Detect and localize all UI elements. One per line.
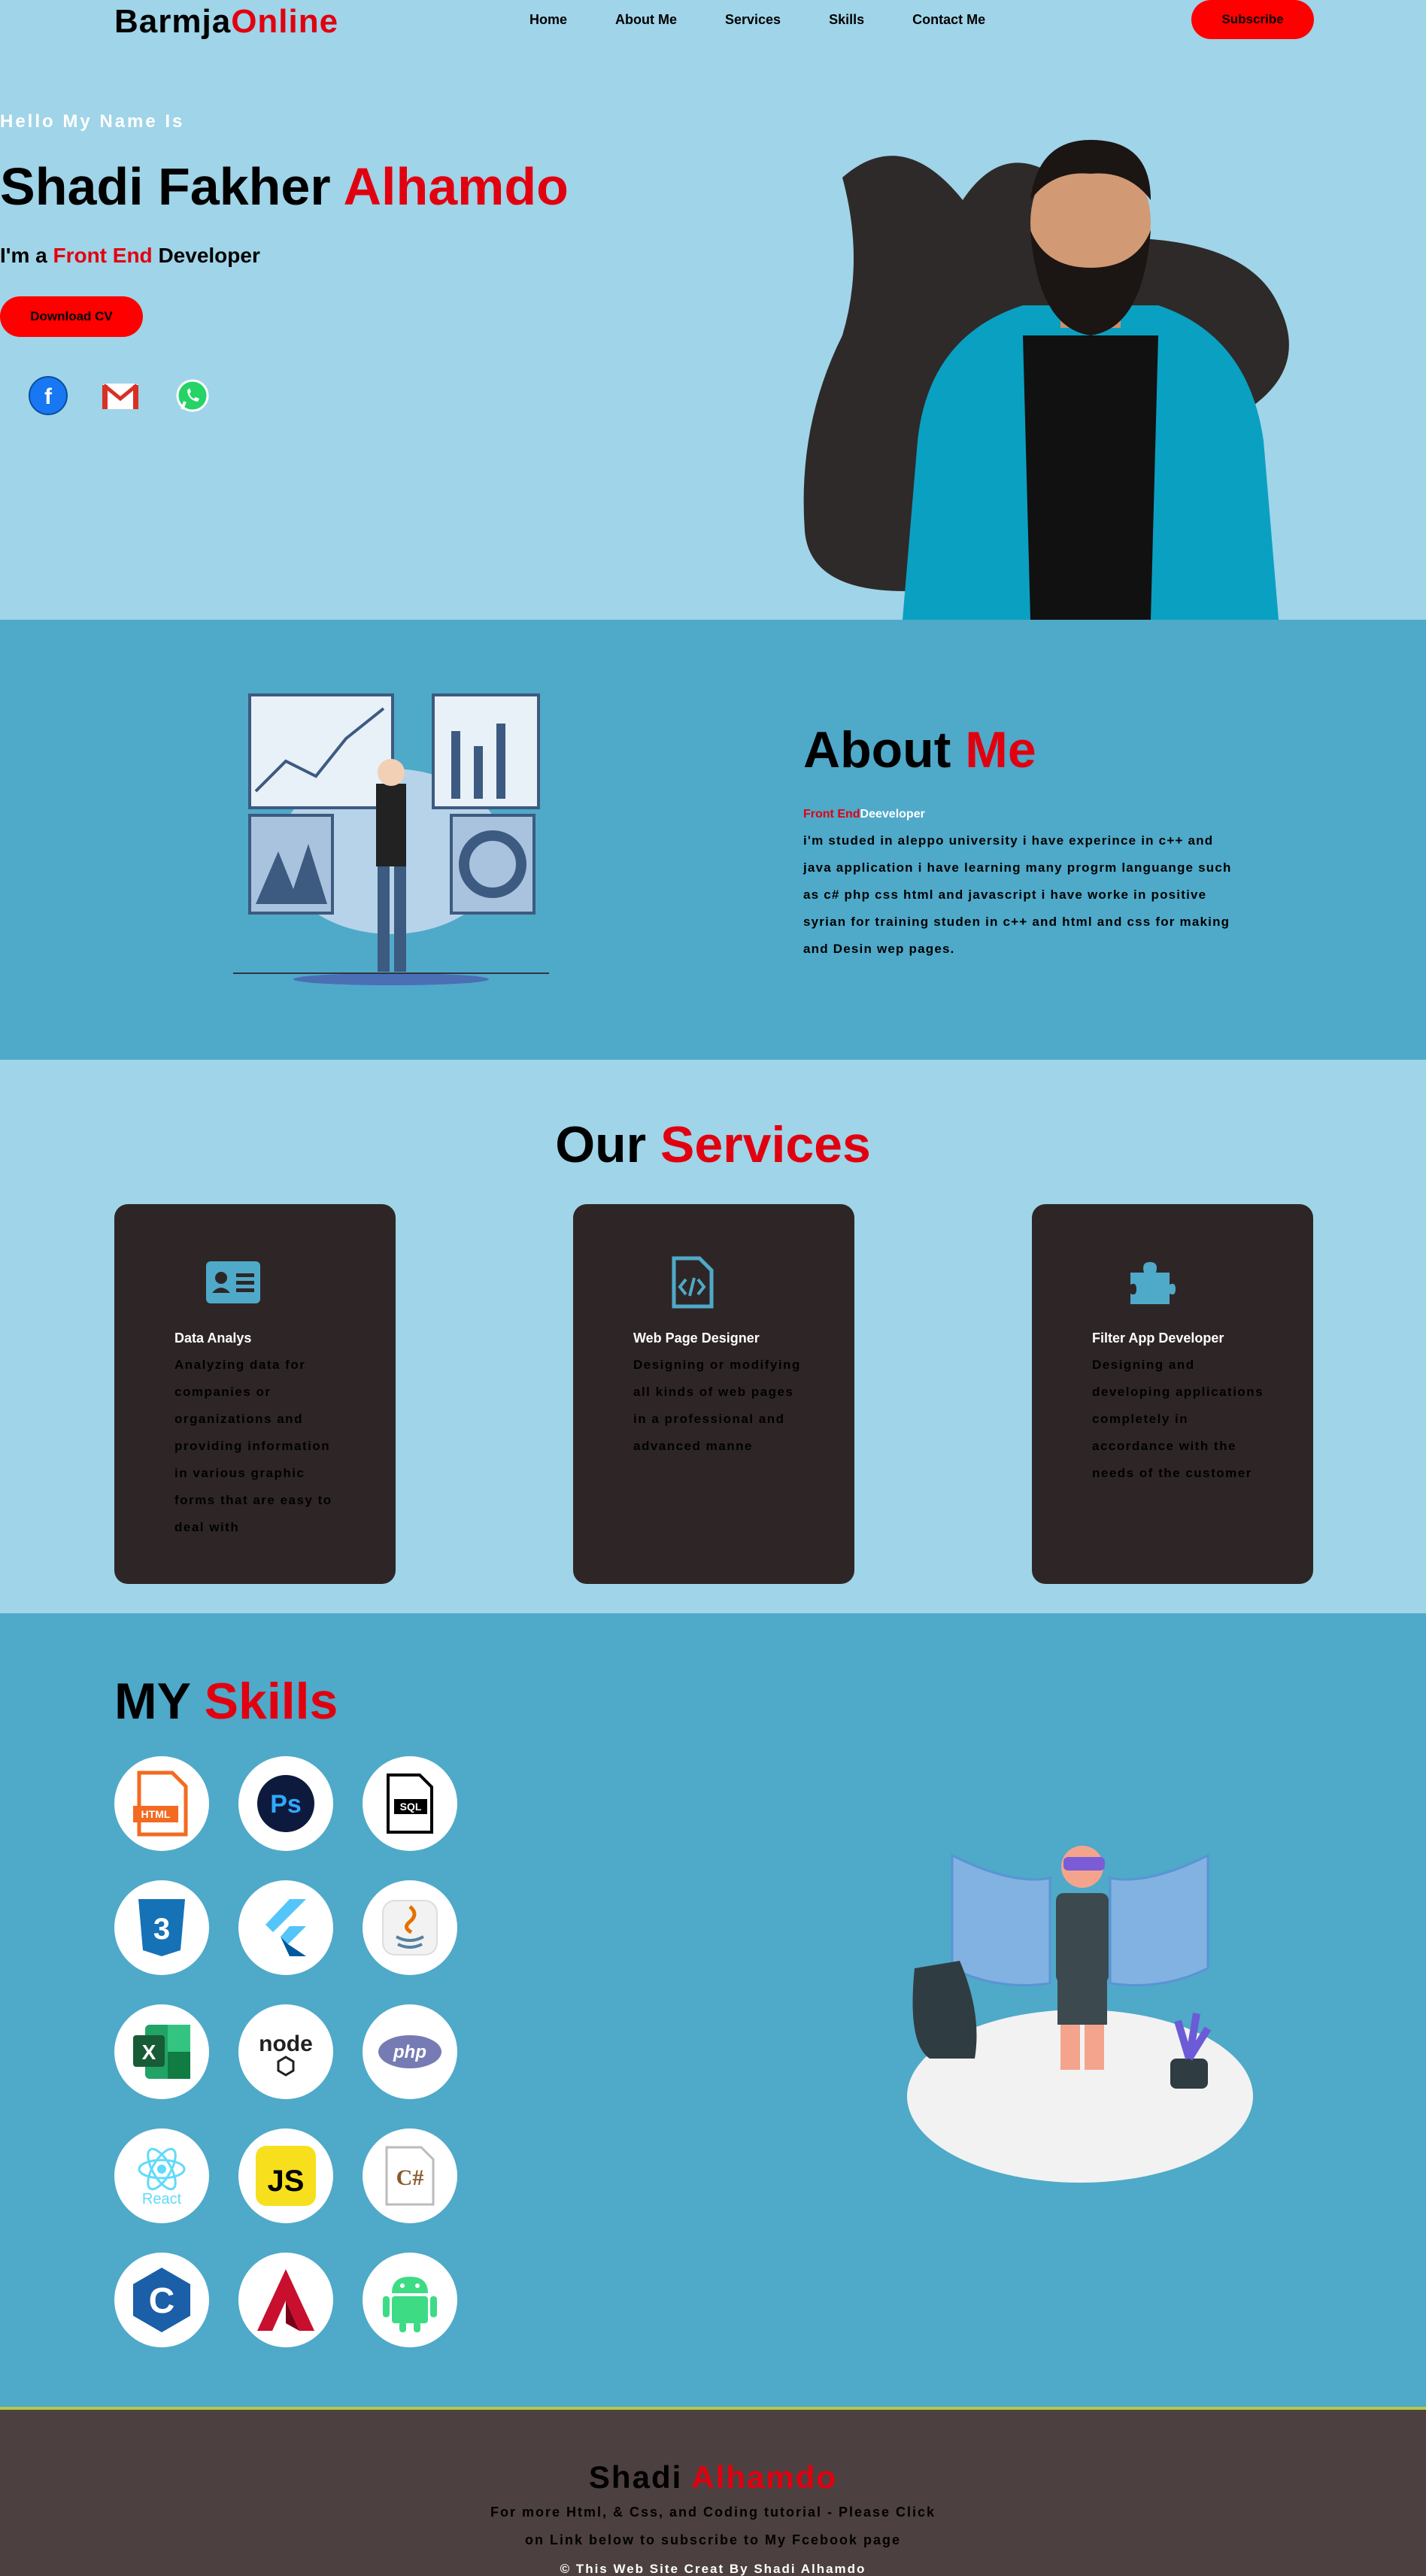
hero-name-first: Shadi Fakher [0,157,344,216]
javascript-icon: JS [238,2128,333,2223]
skills-section: MY Skills HTML Ps SQL 3 X node php React… [0,1613,1426,2407]
services-section: Our Services Data Analys Analyzing data … [0,1060,1426,1613]
footer-line-1: For more Html, & Css, and Coding tutoria… [490,2505,936,2520]
css3-icon: 3 [114,1880,209,1975]
hero-section: Hello My Name Is Shadi Fakher Alhamdo I'… [0,42,1426,620]
services-title: Our Services [0,1115,1426,1174]
excel-icon: X [114,2004,209,2099]
php-icon: php [363,2004,457,2099]
profile-photo [803,140,1289,620]
download-cv-button[interactable]: Download CV [0,296,143,337]
service-title: Data Analys [174,1330,252,1346]
code-file-icon [662,1252,722,1312]
css-label: 3 [153,1913,170,1946]
nodejs-icon: node [238,2004,333,2099]
role-highlight: Front End [53,244,153,267]
c-icon: C [114,2253,209,2347]
footer-copyright: © This Web Site Creat By Shadi Alhamdo [560,2562,866,2576]
vr-illustration [907,1846,1253,2183]
cs-label: C# [396,2165,424,2190]
role-prefix: I'm a [0,244,53,267]
social-links: f [29,376,212,415]
sql-label: SQL [400,1801,422,1813]
about-text: i'm studed in aleppo university i have e… [803,833,1232,956]
svg-text:f: f [44,384,53,409]
nav-about[interactable]: About Me [615,12,677,28]
logo-text-1: Barmja [114,3,232,40]
about-subtitle: Front EndDeeveloper [803,808,925,821]
site-footer: Shadi Alhamdo For more Html, & Css, and … [0,2407,1426,2576]
subscribe-button[interactable]: Subscribe [1191,0,1314,39]
react-label: React [142,2191,182,2207]
nav-skills[interactable]: Skills [829,12,864,28]
footer-line-2[interactable]: on Link below to subscribe to My Fcebook… [0,2526,1426,2554]
hero-role: I'm a Front End Developer [0,244,260,268]
nav-home[interactable]: Home [529,12,567,28]
gmail-icon[interactable] [101,376,140,415]
analytics-illustration [233,693,549,985]
about-title: About Me [803,721,1036,779]
skills-title: MY Skills [114,1672,338,1731]
footer-title-1: Shadi [588,2459,692,2495]
csharp-icon: C# [363,2128,457,2223]
services-title-1: Our [555,1116,660,1173]
service-card-web-designer: Web Page Designer Designing or modifying… [573,1204,854,1584]
html-label: HTML [141,1808,171,1820]
php-label: php [393,2042,426,2062]
flutter-icon [238,1880,333,1975]
hero-name: Shadi Fakher Alhamdo [0,156,569,217]
whatsapp-icon[interactable] [173,376,212,415]
logo-text-2: Online [231,3,339,40]
autocad-icon [238,2253,333,2347]
hero-greeting: Hello My Name Is [0,111,185,132]
react-icon: React [114,2128,209,2223]
about-section: About Me Front EndDeeveloper i'm studed … [0,620,1426,1060]
service-text: Designing and developing applications co… [1092,1358,1264,1480]
about-title-2: Me [965,721,1036,778]
footer-title-2: Alhamdo [691,2459,838,2495]
c-label: C [149,2281,175,2321]
service-text: Analyzing data for companies or organiza… [174,1358,332,1534]
facebook-icon[interactable]: f [29,376,68,415]
about-title-1: About [803,721,966,778]
ps-label: Ps [270,1790,302,1819]
sql-icon: SQL [363,1756,457,1851]
photoshop-icon: Ps [238,1756,333,1851]
service-card-data-analys: Data Analys Analyzing data for companies… [114,1204,396,1584]
id-card-icon [203,1252,263,1312]
main-nav: Home About Me Services Skills Contact Me [529,12,1033,28]
node-label: node [259,2031,313,2056]
service-title: Filter App Developer [1092,1330,1224,1346]
excel-label: X [142,2040,156,2064]
about-sub-red: Front End [803,808,860,821]
nav-contact[interactable]: Contact Me [912,12,985,28]
java-icon [363,1880,457,1975]
service-text: Designing or modifying all kinds of web … [633,1358,801,1453]
about-sub-white: Deeveloper [860,808,925,821]
skills-title-2: Skills [204,1673,338,1730]
footer-title: Shadi Alhamdo [0,2459,1426,2496]
service-title: Web Page Designer [633,1330,760,1346]
role-suffix: Developer [152,244,260,267]
site-logo[interactable]: BarmjaOnline [114,3,338,41]
site-header: BarmjaOnline Home About Me Services Skil… [0,0,1426,42]
service-card-app-developer: Filter App Developer Designing and devel… [1032,1204,1313,1584]
js-label: JS [268,2165,305,2198]
skills-title-1: MY [114,1673,205,1730]
puzzle-icon [1121,1252,1181,1312]
hero-name-last: Alhamdo [343,157,569,216]
android-icon [363,2253,457,2347]
footer-text: For more Html, & Css, and Coding tutoria… [0,2499,1426,2554]
html-icon: HTML [114,1756,209,1851]
nav-services[interactable]: Services [725,12,781,28]
services-title-2: Services [660,1116,871,1173]
